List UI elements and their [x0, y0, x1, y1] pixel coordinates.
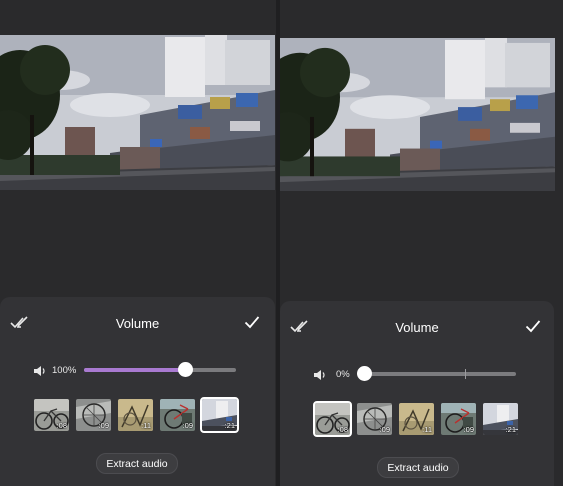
clip-duration: :09: [98, 421, 109, 430]
extract-audio-button[interactable]: Extract audio: [377, 457, 459, 478]
clip-duration: :21: [505, 425, 516, 434]
video-preview: [0, 35, 275, 190]
clip-duration: :21: [224, 421, 235, 430]
speaker-icon[interactable]: [313, 368, 327, 380]
sheet-title: Volume: [395, 320, 439, 335]
clip-thumbnail[interactable]: :21: [483, 403, 518, 435]
video-preview: [280, 38, 555, 191]
volume-percent: 100%: [52, 365, 77, 376]
volume-slider-fill: [84, 368, 185, 372]
clip-thumbnail[interactable]: :09: [441, 403, 476, 435]
volume-percent: 0%: [336, 369, 350, 380]
clip-thumbnail[interactable]: :09: [357, 403, 392, 435]
clip-thumbnail[interactable]: :09: [76, 399, 111, 431]
left-panel: Volume 100% :08 :09 :11 :09 :21 Extract audi…: [0, 0, 276, 486]
volume-slider-thumb[interactable]: [357, 366, 372, 381]
clip-duration: :09: [182, 421, 193, 430]
sheet-title: Volume: [115, 316, 160, 331]
check-icon[interactable]: [244, 315, 264, 331]
speaker-icon[interactable]: [33, 364, 47, 376]
clip-thumbnail[interactable]: :09: [160, 399, 195, 431]
clip-thumbnail[interactable]: :21: [200, 397, 239, 433]
clip-duration: :08: [56, 421, 67, 430]
clip-duration: :09: [463, 425, 474, 434]
clip-duration: :11: [422, 425, 432, 434]
volume-sheet: Volume 100% :08 :09 :11 :09 :21 Extract audi…: [0, 297, 275, 486]
clip-thumbnail[interactable]: :11: [118, 399, 153, 431]
extract-audio-button[interactable]: Extract audio: [96, 453, 178, 474]
clip-thumbnail[interactable]: :11: [399, 403, 434, 435]
check-icon[interactable]: [525, 319, 545, 335]
right-panel: Volume 0% :08 :09 :11 :09 :21 Extract audio: [280, 0, 563, 486]
clip-thumbnail[interactable]: :08: [313, 401, 352, 437]
default-level-tick: [465, 369, 466, 379]
clip-duration: :09: [379, 425, 390, 434]
clip-duration: :11: [141, 421, 151, 430]
volume-slider[interactable]: [84, 362, 236, 377]
clip-duration: :08: [337, 425, 348, 434]
volume-slider[interactable]: [357, 366, 516, 381]
clip-thumbnail[interactable]: :08: [34, 399, 69, 431]
volume-sheet: Volume 0% :08 :09 :11 :09 :21 Extract audio: [280, 301, 554, 486]
volume-slider-thumb[interactable]: [178, 362, 193, 377]
